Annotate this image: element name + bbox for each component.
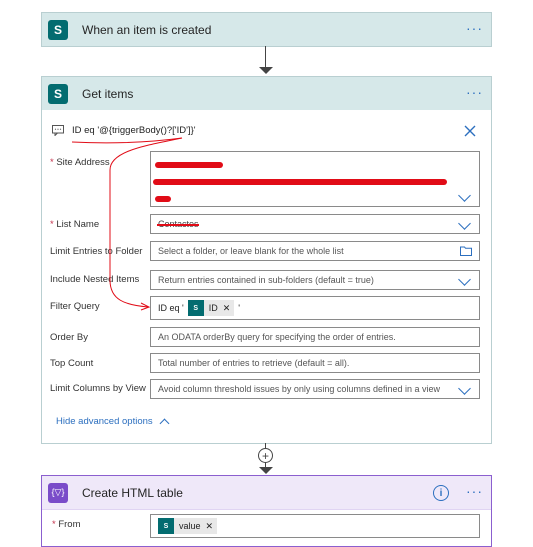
comment-text: ID eq '@{triggerBody()?['ID']}': [72, 125, 196, 136]
sharepoint-icon: S: [48, 19, 68, 40]
trigger-card[interactable]: S When an item is created ···: [41, 12, 492, 47]
nested-field[interactable]: Return entries contained in sub-folders …: [150, 270, 480, 290]
limit-folder-placeholder: Select a folder, or leave blank for the …: [158, 246, 344, 256]
close-icon[interactable]: ✕: [206, 521, 214, 532]
get-items-card[interactable]: S Get items ··· ID eq '@{triggerBody()?[…: [41, 76, 492, 444]
connector-line: [265, 46, 266, 68]
limit-columns-placeholder: Avoid column threshold issues by only us…: [158, 384, 440, 394]
nested-placeholder: Return entries contained in sub-folders …: [158, 275, 374, 285]
token-label: value: [179, 521, 201, 531]
more-icon[interactable]: ···: [466, 85, 483, 99]
chevron-down-icon[interactable]: [458, 217, 471, 230]
arrow-down-icon: [259, 67, 273, 74]
close-icon[interactable]: [464, 125, 476, 137]
chevron-up-icon: [159, 418, 170, 428]
data-operation-icon: {▽}: [48, 482, 68, 503]
sharepoint-icon: S: [158, 518, 174, 534]
create-html-table-card[interactable]: {▽} Create HTML table i ··· * From S val…: [41, 475, 492, 547]
order-by-placeholder: An ODATA orderBy query for specifying th…: [158, 332, 396, 342]
chevron-down-icon[interactable]: [458, 382, 471, 395]
sharepoint-icon: S: [187, 300, 204, 316]
chevron-down-icon[interactable]: [458, 273, 471, 286]
filter-prefix: ID eq ': [158, 303, 184, 313]
info-icon[interactable]: i: [433, 485, 449, 501]
filter-suffix: ': [238, 303, 240, 313]
redaction-mark: [153, 179, 447, 185]
sharepoint-icon: S: [48, 83, 68, 104]
redaction-mark: [155, 196, 171, 202]
close-icon[interactable]: ✕: [223, 303, 231, 314]
limit-folder-label: Limit Entries to Folder: [50, 246, 143, 257]
folder-icon[interactable]: [460, 246, 472, 256]
list-name-field[interactable]: Contactos: [150, 214, 480, 234]
more-icon[interactable]: ···: [466, 484, 483, 498]
order-by-label: Order By: [50, 332, 89, 343]
comment-icon: [52, 125, 64, 136]
more-icon[interactable]: ···: [466, 21, 483, 35]
value-token[interactable]: S value ✕: [158, 518, 218, 534]
top-count-placeholder: Total number of entries to retrieve (def…: [158, 358, 350, 368]
hide-advanced-link[interactable]: Hide advanced options: [56, 416, 170, 428]
from-label: * From: [52, 519, 81, 530]
filter-field[interactable]: ID eq ' S ID ✕ ': [150, 296, 480, 320]
site-address-field[interactable]: [150, 151, 480, 207]
html-table-header[interactable]: {▽} Create HTML table i ···: [42, 476, 491, 510]
top-count-label: Top Count: [50, 358, 94, 369]
get-items-title: Get items: [82, 86, 134, 101]
site-address-label: * Site Address: [50, 157, 110, 168]
filter-label: Filter Query: [50, 301, 100, 312]
get-items-header[interactable]: S Get items ···: [42, 77, 491, 110]
html-table-title: Create HTML table: [82, 485, 183, 500]
order-by-field[interactable]: An ODATA orderBy query for specifying th…: [150, 327, 480, 347]
nested-label: Include Nested Items: [50, 274, 140, 285]
limit-folder-field[interactable]: Select a folder, or leave blank for the …: [150, 241, 480, 261]
limit-columns-label: Limit Columns by View: [50, 383, 146, 394]
comment-row[interactable]: ID eq '@{triggerBody()?['ID']}': [52, 125, 196, 136]
add-icon[interactable]: +: [258, 448, 273, 463]
trigger-header[interactable]: S When an item is created ···: [42, 13, 491, 46]
arrow-down-icon: [259, 467, 273, 474]
trigger-title: When an item is created: [82, 22, 212, 37]
id-token[interactable]: S ID ✕: [187, 300, 235, 316]
from-field[interactable]: S value ✕: [150, 514, 480, 538]
list-name-label: * List Name: [50, 219, 100, 230]
strike-mark: [157, 224, 199, 226]
top-count-field[interactable]: Total number of entries to retrieve (def…: [150, 353, 480, 373]
token-label: ID: [208, 303, 218, 313]
limit-columns-field[interactable]: Avoid column threshold issues by only us…: [150, 379, 480, 399]
redaction-mark: [155, 162, 223, 168]
chevron-down-icon[interactable]: [458, 189, 471, 202]
